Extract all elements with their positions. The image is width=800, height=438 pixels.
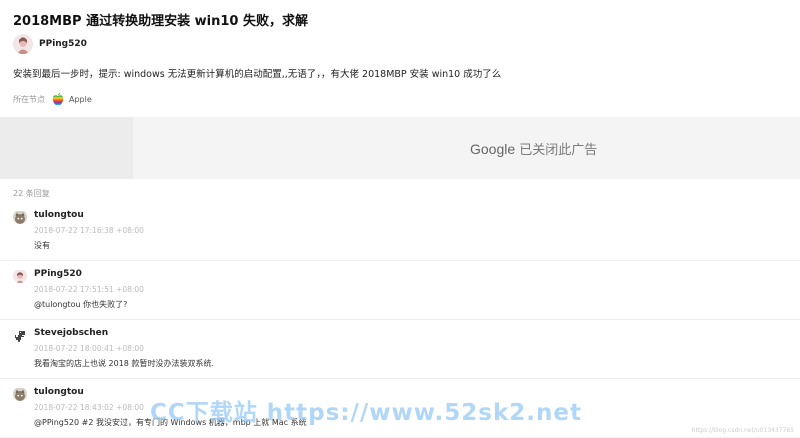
reply-time: 2018-07-22 18:00:41 +08:00	[34, 344, 144, 353]
ad-placeholder: Google 已关闭此广告	[0, 117, 800, 179]
reply-user[interactable]: PPing520	[34, 269, 82, 279]
reply-user[interactable]: tulongtou	[34, 387, 84, 397]
topic-title: 2018MBP 通过转换助理安装 win10 失败，求解	[13, 14, 308, 29]
reply-time: 2018-07-22 17:16:38 +08:00	[34, 226, 144, 235]
topic-content: 安装到最后一步时，提示: windows 无法更新计算机的启动配置,,无语了，，…	[13, 69, 502, 80]
reply-item: PPing520 2018-07-22 17:51:51 +08:00 @tul…	[0, 261, 800, 320]
cat-avatar[interactable]	[13, 387, 27, 401]
reply-time: 2018-07-22 18:43:02 +08:00	[34, 403, 144, 412]
ad-closed-message: Google 已关闭此广告	[470, 139, 597, 158]
node-prefix: 所在节点	[13, 94, 45, 104]
site-watermark: CC下载站 https://www.52sk2.net	[150, 400, 582, 426]
reply-text: 没有	[34, 241, 50, 250]
node-info: 所在节点 Apple	[13, 91, 92, 107]
node-link[interactable]: Apple	[69, 95, 92, 104]
reply-item: Stevejobschen 2018-07-22 18:00:41 +08:00…	[0, 320, 800, 379]
credit-watermark: https://blog.csdn.net/u013437765	[691, 427, 794, 434]
ad-left-panel	[0, 117, 133, 179]
reply-text: 我看淘宝的店上也说 2018 款暂时没办法装双系统.	[34, 359, 214, 368]
dinosaur-avatar[interactable]	[13, 328, 27, 342]
google-logo-text: Google	[470, 141, 516, 157]
reply-time: 2018-07-22 17:51:51 +08:00	[34, 285, 144, 294]
topic-author: PPing520	[13, 33, 87, 55]
apple-logo-icon	[51, 92, 65, 106]
reply-user[interactable]: Stevejobschen	[34, 328, 108, 338]
reply-user[interactable]: tulongtou	[34, 210, 84, 220]
author-avatar[interactable]	[13, 34, 33, 54]
person-avatar[interactable]	[13, 269, 27, 283]
author-name[interactable]: PPing520	[39, 39, 87, 49]
reply-count: 22 条回复	[13, 189, 50, 198]
ad-closed-text: 已关闭此广告	[519, 143, 598, 158]
cat-avatar[interactable]	[13, 210, 27, 224]
reply-item: tulongtou 2018-07-22 17:16:38 +08:00 没有	[0, 202, 800, 261]
reply-text: @tulongtou 你也失败了?	[34, 300, 128, 309]
